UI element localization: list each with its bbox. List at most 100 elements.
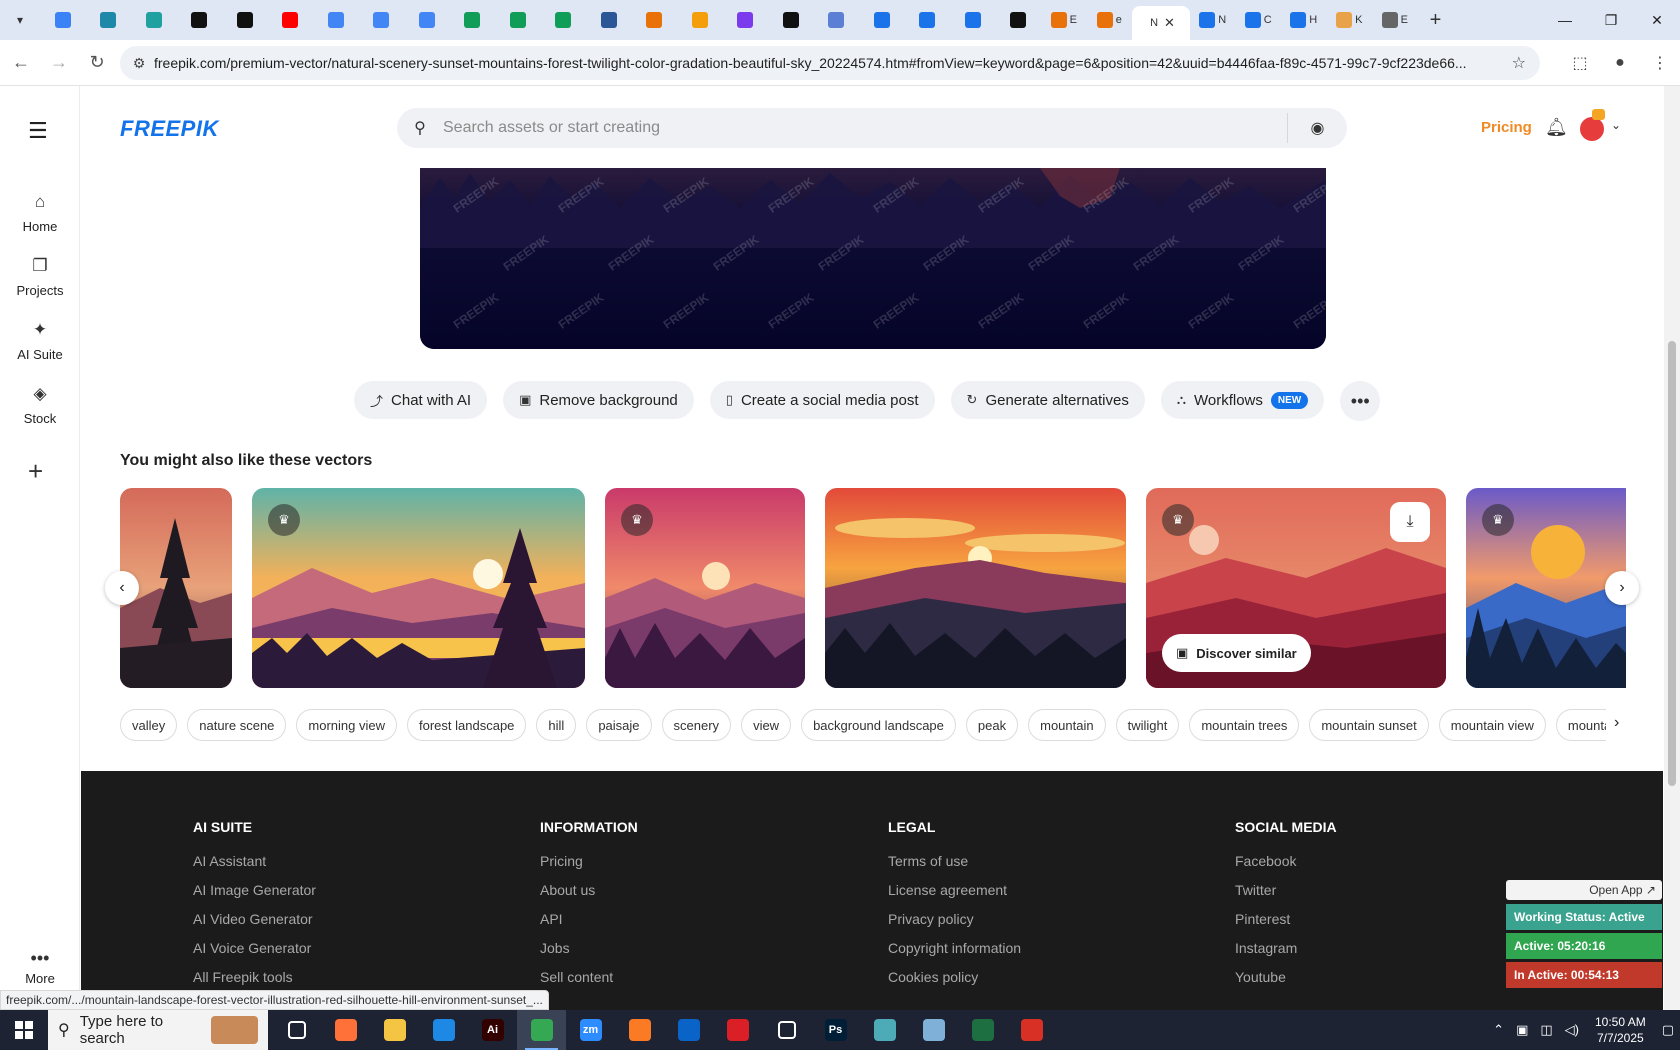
footer-link[interactable]: Pinterest <box>1235 911 1337 927</box>
carousel-next-button[interactable]: › <box>1605 571 1639 605</box>
remove-background-button[interactable]: ▣ Remove background <box>503 381 694 419</box>
browser-tab[interactable]: E <box>1372 4 1418 36</box>
tag-chip[interactable]: peak <box>965 709 1019 741</box>
taskbar-app[interactable] <box>321 1010 370 1050</box>
generate-alternatives-button[interactable]: ↻ Generate alternatives <box>950 381 1145 419</box>
taskbar-app[interactable] <box>713 1010 762 1050</box>
vector-card[interactable]: ♛ <box>252 488 585 688</box>
taskbar-app[interactable] <box>909 1010 958 1050</box>
profile-icon[interactable]: ● <box>1600 46 1640 80</box>
taskbar-app[interactable] <box>762 1010 811 1050</box>
footer-link[interactable]: All Freepik tools <box>193 969 316 985</box>
browser-tab[interactable] <box>359 4 405 36</box>
page-scrollbar[interactable] <box>1664 86 1680 1010</box>
hamburger-menu-icon[interactable]: ☰ <box>28 118 48 144</box>
chat-with-ai-button[interactable]: ⤴ Chat with AI <box>354 381 488 419</box>
preview-image[interactable]: FREEPIK FREEPIK FREEPIK FREEPIK FREEPIK FREEP… <box>420 168 1326 349</box>
tag-chip[interactable]: scenery <box>661 709 732 741</box>
taskbar-app[interactable]: zm <box>566 1010 615 1050</box>
kebab-menu-icon[interactable]: ⋮ <box>1640 46 1680 80</box>
footer-link[interactable]: Facebook <box>1235 853 1337 869</box>
footer-link[interactable]: AI Assistant <box>193 853 316 869</box>
browser-tab[interactable] <box>86 4 132 36</box>
browser-tab[interactable] <box>768 4 814 36</box>
pricing-link[interactable]: Pricing <box>1481 119 1532 136</box>
close-window-button[interactable]: ✕ <box>1634 0 1680 40</box>
browser-tab[interactable] <box>404 4 450 36</box>
browser-tab[interactable] <box>905 4 951 36</box>
rail-item-home[interactable]: ⌂ Home <box>0 192 80 234</box>
footer-link[interactable]: License agreement <box>888 882 1021 898</box>
clock[interactable]: 10:50 AM 7/7/2025 <box>1595 1014 1646 1046</box>
freepik-logo[interactable]: FREEPIK <box>120 116 219 142</box>
vector-card[interactable] <box>825 488 1126 688</box>
extensions-icon[interactable]: ⬚ <box>1560 46 1600 80</box>
footer-link[interactable]: Sell content <box>540 969 638 985</box>
tag-chip[interactable]: mountain sunset <box>1309 709 1429 741</box>
rail-item-projects[interactable]: ❐ Projects <box>0 256 80 298</box>
carousel-prev-button[interactable]: ‹ <box>105 571 139 605</box>
browser-tab[interactable]: E <box>1041 4 1087 36</box>
tag-chip[interactable]: mountain trees <box>1189 709 1300 741</box>
reload-button[interactable]: ↻ <box>80 46 114 80</box>
tag-chip[interactable]: morning view <box>296 709 398 741</box>
workflows-button[interactable]: ⛬ Workflows NEW <box>1160 381 1325 419</box>
footer-link[interactable]: AI Voice Generator <box>193 940 316 956</box>
browser-tab[interactable]: e <box>1087 4 1133 36</box>
taskbar-app[interactable]: Ps <box>811 1010 860 1050</box>
tag-chip[interactable]: paisaje <box>586 709 652 741</box>
back-button[interactable]: ← <box>4 46 38 80</box>
browser-tab[interactable] <box>313 4 359 36</box>
vector-card[interactable]: ♛ <box>605 488 805 688</box>
browser-tab[interactable] <box>177 4 223 36</box>
taskbar-app[interactable]: Ai <box>468 1010 517 1050</box>
footer-link[interactable]: Pricing <box>540 853 638 869</box>
taskbar-app[interactable] <box>664 1010 713 1050</box>
tag-chip[interactable]: mountain view <box>1438 709 1546 741</box>
site-settings-icon[interactable]: ⚙ <box>124 55 154 72</box>
browser-tab[interactable] <box>950 4 996 36</box>
tag-chip[interactable]: forest landscape <box>407 709 527 741</box>
browser-tab[interactable] <box>723 4 769 36</box>
footer-link[interactable]: API <box>540 911 638 927</box>
browser-tab[interactable] <box>859 4 905 36</box>
footer-link[interactable]: Cookies policy <box>888 969 1021 985</box>
footer-link[interactable]: About us <box>540 882 638 898</box>
tab-list-button[interactable]: ▾ <box>6 6 34 34</box>
browser-tab[interactable] <box>495 4 541 36</box>
tag-chip[interactable]: view <box>741 709 792 741</box>
browser-tab[interactable]: N <box>1190 4 1236 36</box>
avatar[interactable] <box>1580 109 1605 141</box>
scrollbar-thumb[interactable] <box>1668 341 1676 786</box>
new-tab-button[interactable]: + <box>1422 6 1450 34</box>
vector-card[interactable]: ♛ <box>1466 488 1626 688</box>
discover-similar-button[interactable]: ▣ Discover similar <box>1162 634 1311 672</box>
minimize-button[interactable]: — <box>1542 0 1588 40</box>
footer-link[interactable]: AI Image Generator <box>193 882 316 898</box>
tag-chip[interactable]: background landscape <box>801 709 956 741</box>
tag-chip[interactable]: mountain sky <box>1555 709 1606 741</box>
tag-chip[interactable]: mountain <box>1028 709 1106 741</box>
tag-chip[interactable]: twilight <box>1115 709 1180 741</box>
browser-tab[interactable] <box>632 4 678 36</box>
address-bar[interactable]: ⚙ freepik.com/premium-vector/natural-sce… <box>120 46 1540 80</box>
footer-link[interactable]: Copyright information <box>888 940 1021 956</box>
footer-link[interactable]: AI Video Generator <box>193 911 316 927</box>
browser-tab[interactable]: C <box>1236 4 1282 36</box>
tab-close-icon[interactable]: ✕ <box>1164 15 1175 31</box>
taskbar-app[interactable] <box>958 1010 1007 1050</box>
taskbar-app[interactable] <box>419 1010 468 1050</box>
download-button[interactable]: ⤓ <box>1390 502 1430 542</box>
restore-button[interactable]: ❐ <box>1588 0 1634 40</box>
add-plus-icon[interactable]: + <box>28 456 43 487</box>
tray-app-icon[interactable]: ▣ <box>1516 1022 1528 1038</box>
chevron-down-icon[interactable]: ⌄ <box>1611 118 1621 132</box>
url-text[interactable]: freepik.com/premium-vector/natural-scene… <box>154 55 1494 71</box>
forward-button[interactable]: → <box>42 46 76 80</box>
taskbar-app[interactable] <box>1007 1010 1056 1050</box>
browser-tab[interactable] <box>40 4 86 36</box>
tray-chevron-up-icon[interactable]: ⌃ <box>1493 1022 1504 1038</box>
rail-item-more[interactable]: ••• More <box>0 948 80 986</box>
browser-tab[interactable] <box>268 4 314 36</box>
footer-link[interactable]: Jobs <box>540 940 638 956</box>
